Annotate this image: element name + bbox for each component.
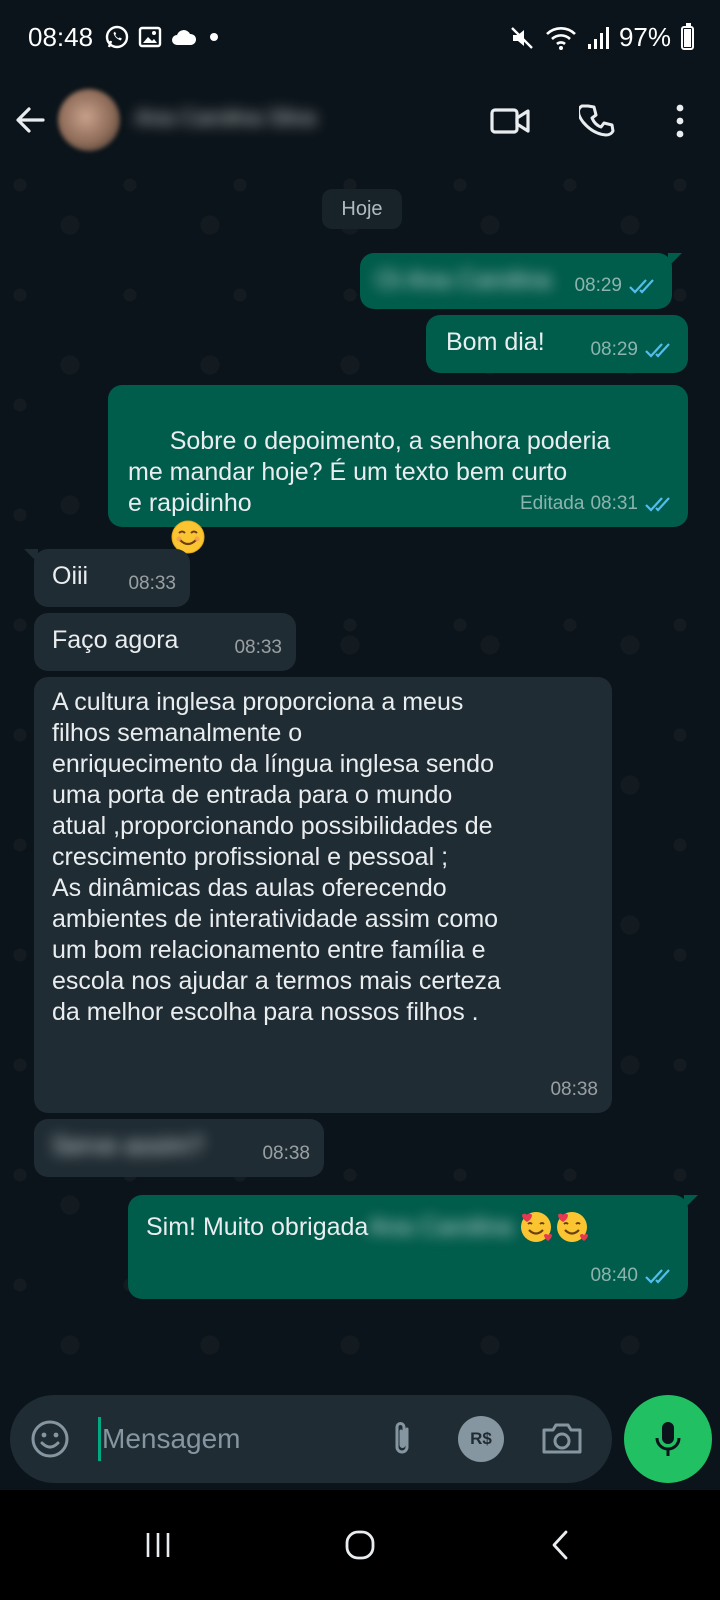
- text-cursor: [98, 1417, 101, 1461]
- message-text: Faço agora: [52, 626, 179, 654]
- message-text: A cultura inglesa proporciona a meus fil…: [52, 688, 501, 1026]
- contact-name[interactable]: Ana Carolina Silva: [135, 105, 435, 133]
- message-outgoing[interactable]: Bom dia! 08:29: [426, 315, 688, 373]
- attach-icon[interactable]: [380, 1417, 424, 1461]
- status-bar: 08:48 97%: [0, 0, 720, 75]
- message-incoming[interactable]: A cultura inglesa proporciona a meus fil…: [34, 677, 612, 1113]
- message-text: Sim! Muito obrigada Ana Carolina: [146, 1209, 676, 1245]
- message-meta: 08:38: [550, 1074, 598, 1105]
- signal-icon: [587, 26, 609, 49]
- status-time: 08:48: [28, 22, 94, 52]
- message-meta: 08:29: [574, 270, 658, 301]
- smiling-face-with-hearts-emoji-icon: [557, 1212, 589, 1242]
- message-meta: Editada 08:31: [520, 488, 674, 519]
- chat-area[interactable]: Hoje Oi Ana Carolina 08:29 Bom dia! 08:2…: [0, 165, 720, 1385]
- voice-call-button[interactable]: [570, 93, 626, 149]
- arrow-left-icon: [16, 107, 45, 133]
- message-outgoing[interactable]: Sobre o depoimento, a senhora poderia me…: [108, 385, 688, 554]
- back-nav-button[interactable]: [530, 1518, 590, 1572]
- back-button[interactable]: [10, 95, 50, 145]
- message-time: 08:33: [234, 637, 282, 658]
- message-time: 08:29: [590, 339, 638, 360]
- voice-message-button[interactable]: [624, 1395, 712, 1483]
- chat-header: Ana Carolina Silva: [0, 75, 720, 165]
- read-ticks-icon: [645, 1268, 670, 1284]
- message-composer: R$: [10, 1395, 612, 1483]
- message-input[interactable]: [102, 1415, 362, 1463]
- more-options-button[interactable]: [652, 93, 708, 149]
- date-chip: Hoje: [322, 189, 402, 229]
- read-ticks-icon: [645, 496, 670, 512]
- video-call-button[interactable]: [482, 93, 538, 149]
- message-time: 08:38: [550, 1079, 598, 1100]
- message-text: Oi Ana Carolina: [376, 266, 552, 294]
- more-options-icon: [676, 104, 684, 138]
- system-navigation-bar: [0, 1490, 720, 1600]
- message-text: Oiii: [52, 562, 89, 590]
- payment-button[interactable]: R$: [458, 1416, 504, 1462]
- contact-avatar[interactable]: [58, 89, 120, 151]
- message-time: 08:29: [574, 275, 622, 296]
- message-time: 08:40: [590, 1265, 638, 1286]
- battery-level: 97%: [618, 22, 671, 52]
- message-meta: 08:33: [128, 568, 176, 599]
- message-time: 08:31: [590, 493, 638, 514]
- message-meta: 08:29: [590, 334, 674, 365]
- message-incoming[interactable]: Serve assim? 08:38: [34, 1119, 324, 1177]
- home-icon: [345, 1530, 375, 1560]
- wifi-icon: [546, 26, 576, 50]
- message-text: Bom dia!: [446, 328, 545, 356]
- redacted-name: Ana Carolina: [368, 1212, 513, 1241]
- back-chevron-icon: [552, 1530, 568, 1560]
- message-time: 08:33: [128, 573, 176, 594]
- message-body: Sim! Muito obrigada: [146, 1212, 369, 1241]
- status-notification-icons: [104, 22, 222, 52]
- mic-icon: [655, 1422, 681, 1456]
- mute-icon: [511, 26, 533, 49]
- message-meta: 08:33: [234, 632, 282, 663]
- message-meta: 08:38: [262, 1138, 310, 1169]
- read-ticks-icon: [645, 342, 670, 358]
- message-meta: 08:40: [590, 1260, 674, 1291]
- recent-apps-icon: [146, 1533, 170, 1557]
- emoji-icon[interactable]: [28, 1417, 72, 1461]
- message-incoming[interactable]: Oiii 08:33: [24, 549, 190, 607]
- cloud-icon: [172, 30, 197, 45]
- message-time: 08:38: [262, 1143, 310, 1164]
- dot-icon: [210, 33, 218, 41]
- read-ticks-icon: [629, 278, 654, 294]
- whatsapp-icon: [105, 25, 129, 49]
- edited-label: Editada: [520, 493, 585, 514]
- message-incoming[interactable]: Faço agora 08:33: [34, 613, 296, 671]
- message-text: Serve assim?: [52, 1132, 204, 1160]
- voice-call-icon: [579, 104, 615, 137]
- message-outgoing[interactable]: Sim! Muito obrigada Ana Carolina 08:40: [128, 1195, 698, 1299]
- camera-icon[interactable]: [538, 1417, 586, 1461]
- battery-icon: [681, 22, 694, 50]
- video-call-icon: [490, 108, 530, 134]
- gallery-icon: [138, 26, 162, 48]
- status-system-icons: 97%: [509, 22, 694, 53]
- recent-apps-button[interactable]: [128, 1518, 188, 1572]
- message-outgoing[interactable]: Oi Ana Carolina 08:29: [360, 253, 682, 309]
- home-button[interactable]: [330, 1518, 390, 1572]
- smiling-face-with-hearts-emoji-icon: [521, 1212, 553, 1242]
